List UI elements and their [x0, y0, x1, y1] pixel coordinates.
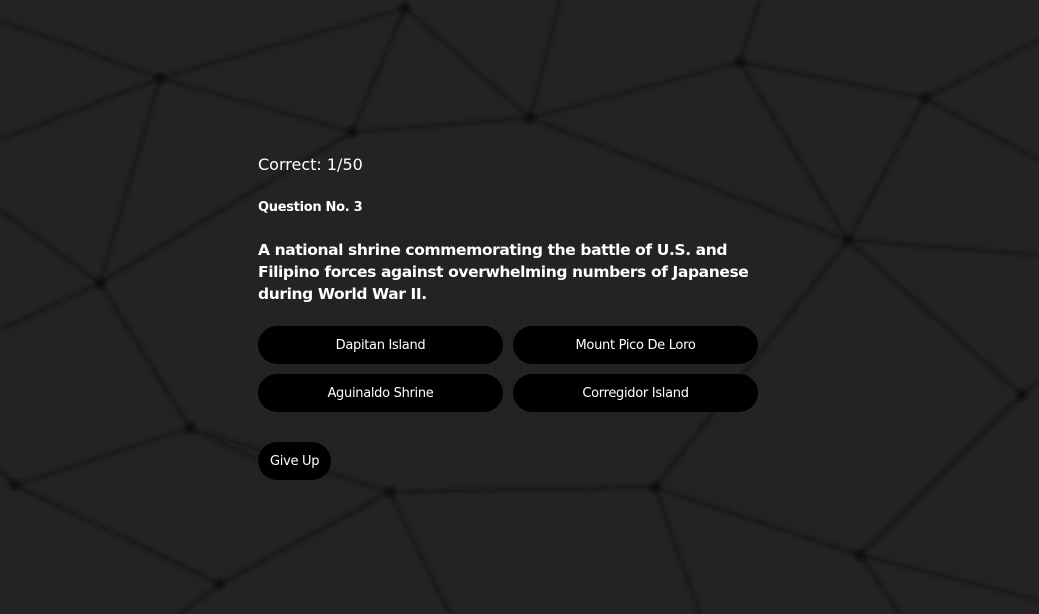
answer-button-mount-pico-de-loro[interactable]: Mount Pico De Loro: [513, 326, 758, 364]
answer-options: Dapitan Island Mount Pico De Loro Aguina…: [258, 326, 758, 412]
answer-button-corregidor-island[interactable]: Corregidor Island: [513, 374, 758, 412]
question-number: Question No. 3: [258, 200, 363, 215]
quiz-panel: Correct: 1/50 Question No. 3 A national …: [258, 154, 758, 480]
answer-button-aguinaldo-shrine[interactable]: Aguinaldo Shrine: [258, 374, 503, 412]
give-up-button[interactable]: Give Up: [258, 442, 332, 480]
question-text: A national shrine commemorating the batt…: [258, 241, 749, 303]
answer-button-dapitan-island[interactable]: Dapitan Island: [258, 326, 503, 364]
score-counter: Correct: 1/50: [258, 155, 363, 174]
